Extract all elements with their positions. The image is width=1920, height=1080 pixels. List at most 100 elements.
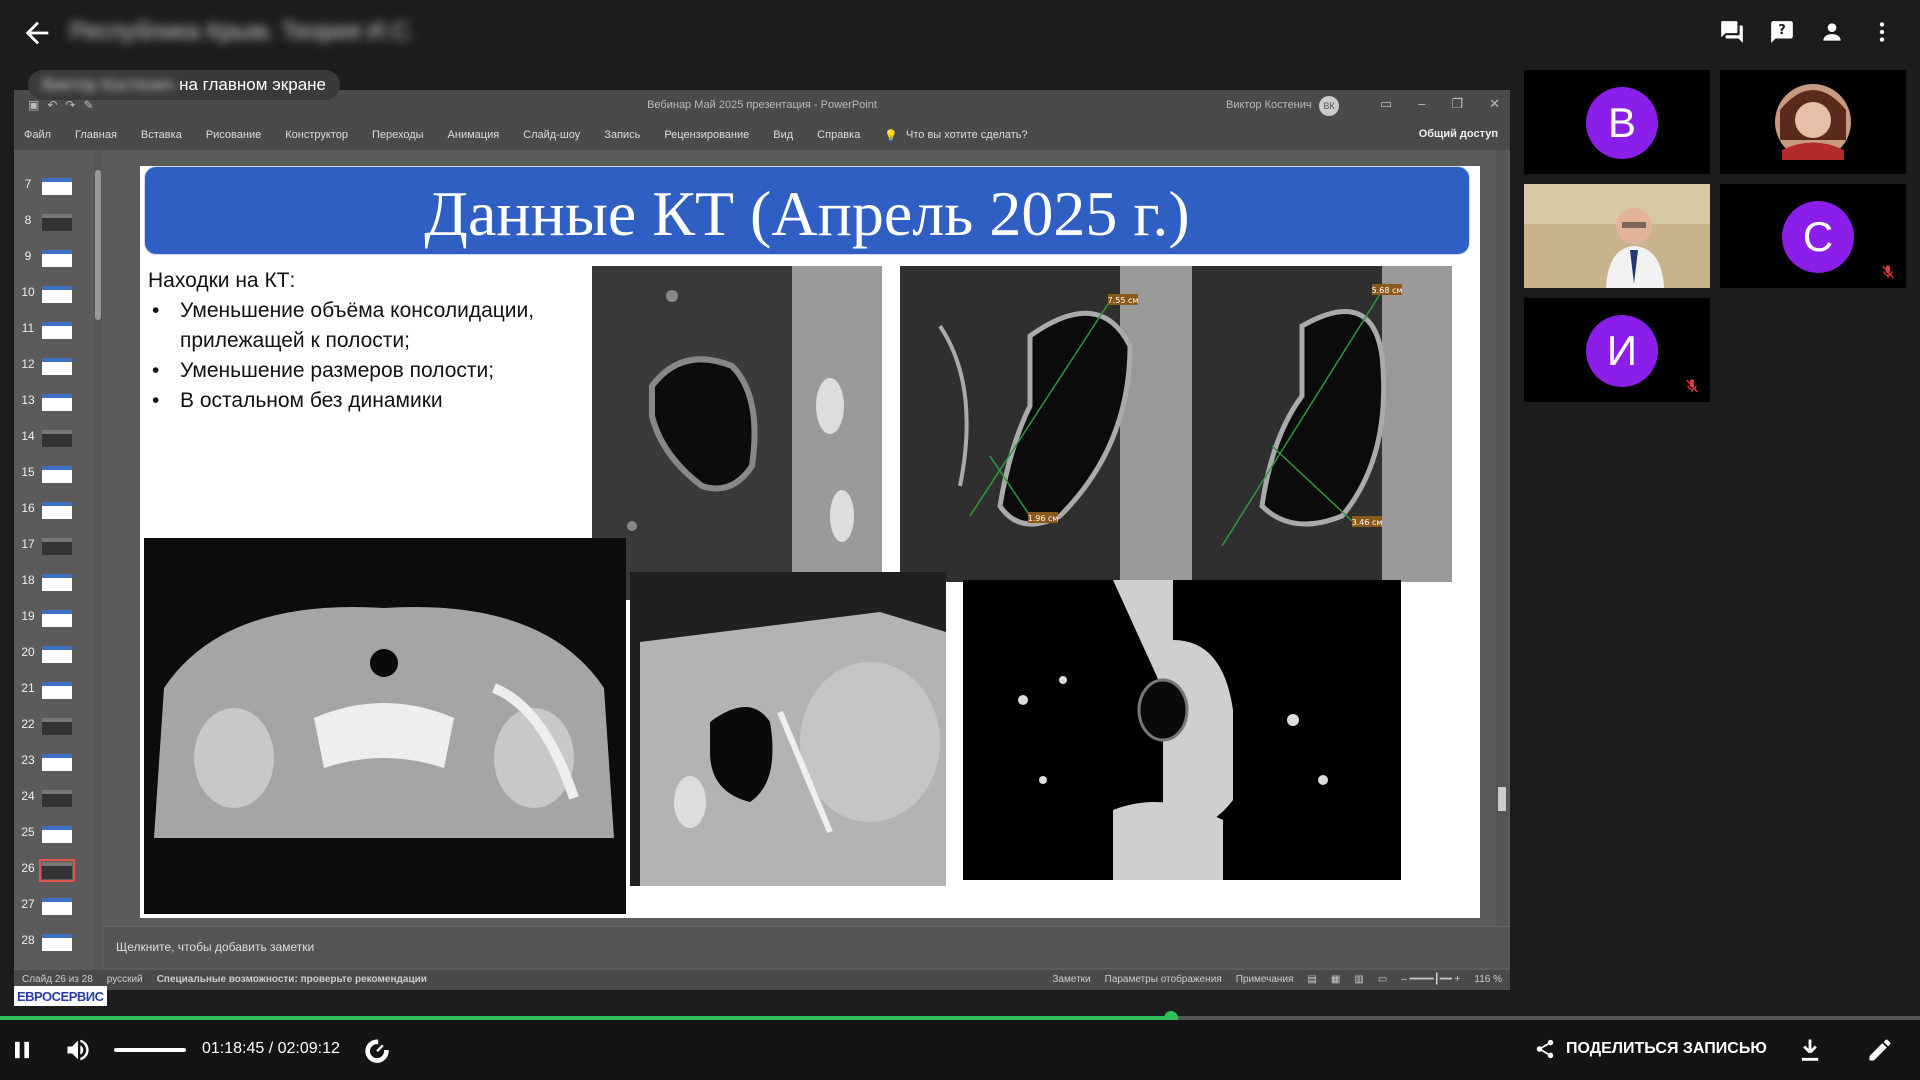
slide-thumbnail[interactable]: 25 — [14, 816, 90, 852]
share-recording-label: ПОДЕЛИТЬСЯ ЗАПИСЬЮ — [1566, 1040, 1767, 1057]
bullet-item: • Уменьшение объёма консолидации, прилежа… — [148, 296, 578, 356]
participant-tile[interactable]: С — [1720, 184, 1906, 288]
accessibility-status[interactable]: Специальные возможности: проверьте реком… — [157, 974, 427, 985]
participant-tile[interactable] — [1720, 70, 1906, 174]
participant-photo — [1720, 70, 1906, 174]
pause-icon[interactable] — [8, 1036, 36, 1064]
slide-thumbnail-image — [42, 322, 72, 339]
tab-design[interactable]: Конструктор — [285, 129, 348, 141]
reading-view-icon[interactable]: ▥ — [1354, 974, 1363, 985]
slide-thumbnail-image — [42, 358, 72, 375]
slide-thumbnail[interactable]: 8 — [14, 204, 90, 240]
status-bar: Слайд 26 из 28 русский Специальные возмо… — [14, 970, 1510, 990]
slideshow-view-icon[interactable]: ▭ — [1378, 974, 1387, 985]
slide-thumbnail[interactable]: 21 — [14, 672, 90, 708]
tab-help[interactable]: Справка — [817, 129, 860, 141]
slide-thumbnail-image — [42, 826, 72, 843]
more-vert-icon[interactable] — [1864, 14, 1900, 50]
speed-icon[interactable] — [363, 1036, 391, 1064]
slide-number: 20 — [21, 645, 35, 659]
tab-review[interactable]: Рецензирование — [664, 129, 749, 141]
slide-number: 24 — [21, 789, 35, 803]
findings-heading: Находки на КТ: — [148, 269, 296, 292]
slide-thumbnail[interactable]: 9 — [14, 240, 90, 276]
slide-thumbnail[interactable]: 18 — [14, 564, 90, 600]
person-icon[interactable] — [1814, 14, 1850, 50]
tab-insert[interactable]: Вставка — [141, 129, 182, 141]
slide-number: 23 — [21, 753, 35, 767]
slide-thumbnail[interactable]: 28 — [14, 924, 90, 960]
zoom-slider[interactable]: – ━━━━┃━━ + — [1401, 974, 1460, 985]
ct-image-cavity-closeup — [592, 266, 882, 600]
slide-thumbnail[interactable]: 15 — [14, 456, 90, 492]
slide-thumbnail[interactable]: 17 — [14, 528, 90, 564]
close-icon[interactable]: ✕ — [1489, 96, 1500, 112]
bullet-item: • Уменьшение размеров полости; — [148, 356, 578, 386]
notes-pane[interactable]: Щелкните, чтобы добавить заметки — [104, 926, 1510, 968]
volume-slider[interactable] — [114, 1048, 186, 1052]
normal-view-icon[interactable]: ▤ — [1307, 974, 1316, 985]
maximize-icon[interactable]: ❐ — [1451, 96, 1463, 112]
participant-tile[interactable] — [1524, 184, 1710, 288]
slide-thumbnail[interactable]: 24 — [14, 780, 90, 816]
slide-thumbnail-image — [42, 538, 72, 555]
notes-toggle[interactable]: Заметки — [1052, 974, 1090, 985]
slide-number: 12 — [21, 357, 35, 371]
slide-thumbnail[interactable]: 27 — [14, 888, 90, 924]
slide-thumbnail[interactable]: 14 — [14, 420, 90, 456]
slide-thumbnail[interactable]: 22 — [14, 708, 90, 744]
share-button[interactable]: Общий доступ — [1419, 128, 1498, 140]
slide-canvas[interactable]: Данные КТ (Апрель 2025 г.) Находки на КТ… — [140, 166, 1480, 918]
tab-slideshow[interactable]: Слайд-шоу — [523, 129, 580, 141]
zoom-level[interactable]: 116 % — [1474, 974, 1502, 985]
slide-thumbnail[interactable]: 16 — [14, 492, 90, 528]
tab-draw[interactable]: Рисование — [206, 129, 261, 141]
slide-thumbnail[interactable]: 7 — [14, 168, 90, 204]
comments-toggle[interactable]: Примечания — [1236, 974, 1294, 985]
tab-home[interactable]: Главная — [75, 129, 117, 141]
ct-image-soft-tissue — [630, 572, 946, 886]
chat-icon[interactable] — [1714, 14, 1750, 50]
tab-transitions[interactable]: Переходы — [372, 129, 424, 141]
slide-thumbnail[interactable]: 12 — [14, 348, 90, 384]
sorter-view-icon[interactable]: ▦ — [1331, 974, 1340, 985]
slide-thumbnail-image — [42, 574, 72, 591]
question-icon[interactable]: ? — [1764, 14, 1800, 50]
tab-file[interactable]: Файл — [24, 129, 51, 141]
share-recording-button[interactable]: ПОДЕЛИТЬСЯ ЗАПИСЬЮ — [1534, 1038, 1767, 1060]
download-icon[interactable] — [1796, 1036, 1824, 1064]
slide-thumbnails: 7 8 9 10 11 12 13 14 15 16 17 18 19 20 21 22 23 24 25 26 27 2… — [14, 150, 90, 988]
slide-thumbnail[interactable]: 19 — [14, 600, 90, 636]
slide-number: 26 — [21, 861, 35, 875]
minimize-icon[interactable]: – — [1418, 96, 1425, 112]
participant-tile[interactable]: И — [1524, 298, 1710, 402]
participant-tile[interactable]: В — [1524, 70, 1710, 174]
participant-camera — [1524, 184, 1710, 288]
slide-thumbnail[interactable]: 13 — [14, 384, 90, 420]
slide-thumbnail[interactable]: 26 — [14, 852, 90, 888]
edit-pencil-icon[interactable] — [1866, 1036, 1894, 1064]
slide-thumbnail-image — [42, 610, 72, 627]
slide-number: 15 — [21, 465, 35, 479]
thumbnail-scrollbar[interactable] — [94, 150, 102, 988]
player-controls: 01:18:45 / 02:09:12 ПОДЕЛИТЬСЯ ЗАПИСЬЮ — [0, 1020, 1920, 1080]
thumbnail-scroll-grip[interactable] — [95, 170, 101, 320]
pp-user-avatar[interactable]: ВК — [1319, 96, 1339, 116]
tell-me-search[interactable]: Что вы хотите сделать? — [906, 129, 1028, 141]
slide-thumbnail[interactable]: 23 — [14, 744, 90, 780]
slide-scrollbar[interactable] — [1496, 150, 1508, 926]
language-indicator[interactable]: русский — [107, 974, 143, 985]
evroservis-logo: ЕВРОСЕРВИС — [14, 986, 107, 1006]
tab-view[interactable]: Вид — [773, 129, 793, 141]
back-arrow-icon[interactable] — [20, 16, 54, 50]
ribbon-display-icon[interactable]: ▭ — [1380, 96, 1392, 112]
tab-record[interactable]: Запись — [604, 129, 640, 141]
volume-icon[interactable] — [64, 1036, 92, 1064]
slide-scroll-grip[interactable] — [1498, 787, 1506, 811]
slide-thumbnail[interactable]: 11 — [14, 312, 90, 348]
display-settings[interactable]: Параметры отображения — [1105, 974, 1222, 985]
slide-thumbnail[interactable]: 20 — [14, 636, 90, 672]
slide-thumbnail[interactable]: 10 — [14, 276, 90, 312]
slide-counter: Слайд 26 из 28 — [22, 974, 93, 985]
tab-animations[interactable]: Анимация — [448, 129, 500, 141]
